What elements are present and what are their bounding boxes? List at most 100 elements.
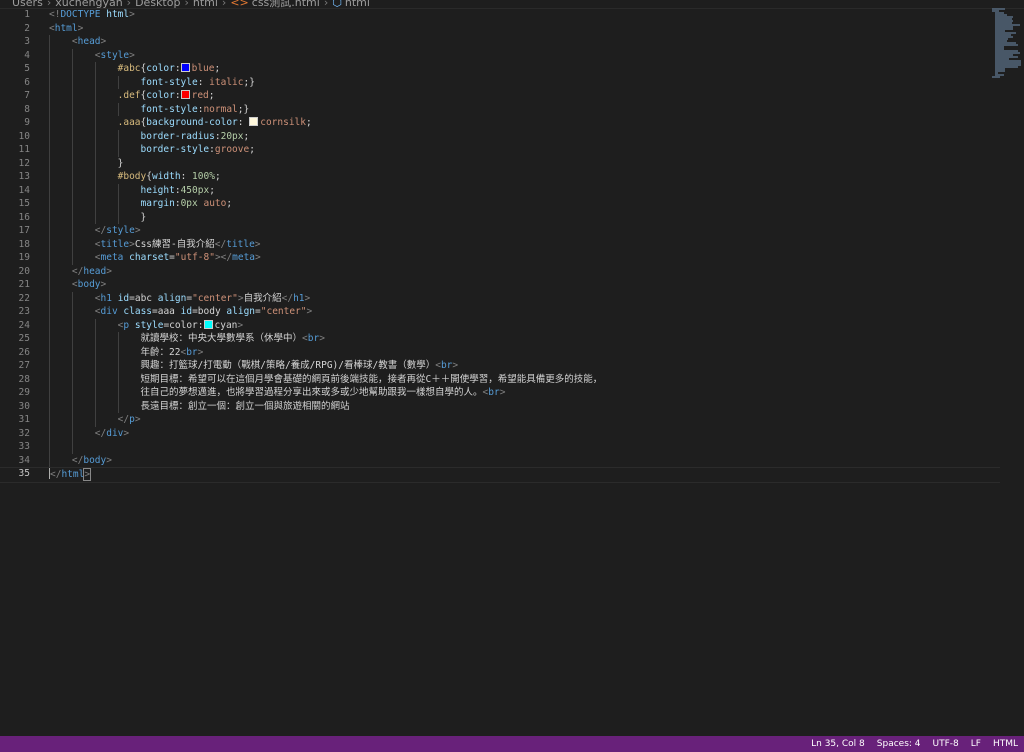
code-line[interactable]: 11 border-style:groove; bbox=[0, 143, 1000, 157]
code-token: </ bbox=[94, 225, 107, 236]
code-text[interactable]: 短期目標：希望可以在這個月學會基礎的網頁前後端技能，接者再從C＋＋開使學習，希望… bbox=[49, 373, 603, 387]
code-text[interactable]: </body> bbox=[49, 454, 112, 468]
code-line[interactable]: 17 </style> bbox=[0, 224, 1000, 238]
color-swatch-icon[interactable] bbox=[249, 117, 259, 126]
code-line[interactable]: 23 <div class=aaa id=body align="center"… bbox=[0, 305, 1000, 319]
code-line[interactable]: 30 長遠目標：創立一個：創立一個與旅遊相關的網站 bbox=[0, 400, 1000, 414]
status-bar-right: Ln 35, Col 8 Spaces: 4 UTF-8 LF HTML bbox=[805, 736, 1024, 752]
code-text[interactable]: <p style=color: cyan> bbox=[49, 319, 243, 333]
code-text[interactable]: } bbox=[49, 157, 124, 171]
line-number: 1 bbox=[24, 9, 30, 20]
code-line[interactable]: 35 </html> bbox=[0, 467, 1000, 483]
code-lines[interactable]: 1 <!DOCTYPE html> 2 <html> 3 <head> 4 <style>… bbox=[0, 8, 1000, 483]
minimap[interactable] bbox=[992, 8, 1021, 78]
code-line[interactable]: 3 <head> bbox=[0, 35, 1000, 49]
code-editor[interactable]: 1 <!DOCTYPE html> 2 <html> 3 <head> 4 <style>… bbox=[0, 8, 1024, 736]
code-token: =abc bbox=[129, 292, 158, 304]
code-line[interactable]: 29 往自己的夢想邁進，也將學習過程分享出來或多或少地幫助跟我一樣想自學的人。<… bbox=[0, 386, 1000, 400]
code-token: auto bbox=[203, 198, 227, 209]
code-token: 0px bbox=[180, 198, 198, 209]
code-line[interactable]: 14 height:450px; bbox=[0, 184, 1000, 198]
code-token: color bbox=[146, 90, 175, 101]
color-swatch-icon[interactable] bbox=[180, 63, 190, 72]
code-line[interactable]: 12 } bbox=[0, 157, 1000, 171]
code-text[interactable]: border-radius:20px; bbox=[49, 130, 250, 144]
code-text[interactable]: <div class=aaa id=body align="center"> bbox=[49, 305, 312, 319]
code-token: title bbox=[226, 238, 255, 250]
code-line[interactable]: 20 </head> bbox=[0, 265, 1000, 279]
code-line[interactable]: 26 年齡：22<br> bbox=[0, 346, 1000, 360]
code-line[interactable]: 31 </p> bbox=[0, 413, 1000, 427]
code-text[interactable]: </div> bbox=[49, 427, 129, 441]
code-text[interactable]: <style> bbox=[49, 49, 135, 63]
code-line[interactable]: 4 <style> bbox=[0, 49, 1000, 63]
code-line[interactable]: 2 <html> bbox=[0, 22, 1000, 36]
code-text[interactable]: height:450px; bbox=[49, 184, 215, 198]
code-text[interactable]: .def{color: red; bbox=[49, 89, 215, 103]
code-token: "center" bbox=[260, 306, 307, 317]
code-line[interactable]: 32 </div> bbox=[0, 427, 1000, 441]
code-text[interactable]: </style> bbox=[49, 224, 141, 238]
code-line[interactable]: 15 margin:0px auto; bbox=[0, 197, 1000, 211]
code-token: font-style bbox=[140, 76, 198, 88]
code-text[interactable]: } bbox=[49, 211, 147, 225]
color-swatch-icon[interactable] bbox=[180, 90, 190, 99]
line-number: 12 bbox=[18, 157, 30, 169]
code-line[interactable]: 25 就讀學校：中央大學數學系（休學中）<br> bbox=[0, 332, 1000, 346]
code-line[interactable]: 7 .def{color: red; bbox=[0, 89, 1000, 103]
code-line[interactable]: 34 </body> bbox=[0, 454, 1000, 468]
code-text[interactable]: 就讀學校：中央大學數學系（休學中）<br> bbox=[49, 332, 325, 346]
code-line[interactable]: 6 font-style: italic;} bbox=[0, 76, 1000, 90]
code-text[interactable]: font-style:normal;} bbox=[49, 103, 250, 117]
code-text[interactable]: margin:0px auto; bbox=[49, 197, 233, 211]
line-number: 29 bbox=[18, 387, 30, 398]
code-line[interactable]: 18 <title>Css練習-自我介紹</title> bbox=[0, 238, 1000, 252]
status-bar: Ln 35, Col 8 Spaces: 4 UTF-8 LF HTML bbox=[0, 736, 1024, 752]
code-text[interactable]: <head> bbox=[49, 35, 106, 49]
code-line[interactable]: 33 bbox=[0, 440, 1000, 454]
cursor-position-status[interactable]: Ln 35, Col 8 bbox=[805, 736, 871, 752]
code-token: div bbox=[100, 306, 118, 317]
code-line[interactable]: 28 短期目標：希望可以在這個月學會基礎的網頁前後端技能，接者再從C＋＋開使學習… bbox=[0, 373, 1000, 387]
code-token: #abc bbox=[117, 63, 141, 74]
code-text[interactable]: <html> bbox=[49, 22, 83, 36]
code-line[interactable]: 16 } bbox=[0, 211, 1000, 225]
indent-guide bbox=[71, 291, 73, 454]
code-text[interactable]: .aaa{background-color: cornsilk; bbox=[49, 116, 312, 130]
code-text[interactable]: #body{width: 100%; bbox=[49, 170, 221, 184]
end-of-line-status[interactable]: LF bbox=[965, 736, 987, 752]
code-text[interactable]: <!DOCTYPE html> bbox=[49, 8, 135, 22]
code-line[interactable]: 24 <p style=color: cyan> bbox=[0, 319, 1000, 333]
code-line[interactable]: 21 <body> bbox=[0, 278, 1000, 292]
code-token: align bbox=[226, 306, 256, 317]
code-text[interactable]: <title>Css練習-自我介紹</title> bbox=[49, 238, 261, 252]
language-mode-status[interactable]: HTML bbox=[987, 736, 1024, 752]
code-text[interactable]: <meta charset="utf-8"></meta> bbox=[49, 251, 261, 265]
indentation-status[interactable]: Spaces: 4 bbox=[871, 736, 927, 752]
code-line[interactable]: 1 <!DOCTYPE html> bbox=[0, 8, 1000, 22]
code-line[interactable]: 27 興趣：打籃球/打電動（戰棋/策略/養成/RPG)/看棒球/教書（數學）<b… bbox=[0, 359, 1000, 373]
color-swatch-icon[interactable] bbox=[203, 319, 213, 329]
code-line[interactable]: 19 <meta charset="utf-8"></meta> bbox=[0, 251, 1000, 265]
code-text[interactable]: </head> bbox=[49, 265, 112, 279]
code-token: border-style bbox=[140, 144, 210, 155]
code-text[interactable]: 興趣：打籃球/打電動（戰棋/策略/養成/RPG)/看棒球/教書（數學）<br> bbox=[49, 359, 459, 373]
code-token: =color: bbox=[163, 319, 204, 331]
code-text[interactable]: font-style: italic;} bbox=[49, 76, 255, 90]
code-token: br bbox=[307, 333, 320, 344]
code-line[interactable]: 5 #abc{color: blue; bbox=[0, 62, 1000, 76]
code-line[interactable]: 9 .aaa{background-color: cornsilk; bbox=[0, 116, 1000, 130]
code-text[interactable]: <h1 id=abc align="center">自我介紹</h1> bbox=[49, 292, 310, 306]
encoding-status[interactable]: UTF-8 bbox=[927, 736, 965, 752]
code-line[interactable]: 10 border-radius:20px; bbox=[0, 130, 1000, 144]
code-line[interactable]: 13 #body{width: 100%; bbox=[0, 170, 1000, 184]
line-number: 15 bbox=[18, 198, 30, 209]
code-text[interactable]: <body> bbox=[49, 278, 106, 292]
code-text[interactable]: </html> bbox=[49, 468, 92, 481]
code-text[interactable]: #abc{color: blue; bbox=[49, 62, 220, 76]
code-line[interactable]: 8 font-style:normal;} bbox=[0, 103, 1000, 117]
code-text[interactable]: border-style:groove; bbox=[49, 143, 255, 157]
code-line[interactable]: 22 <h1 id=abc align="center">自我介紹</h1> bbox=[0, 292, 1000, 306]
